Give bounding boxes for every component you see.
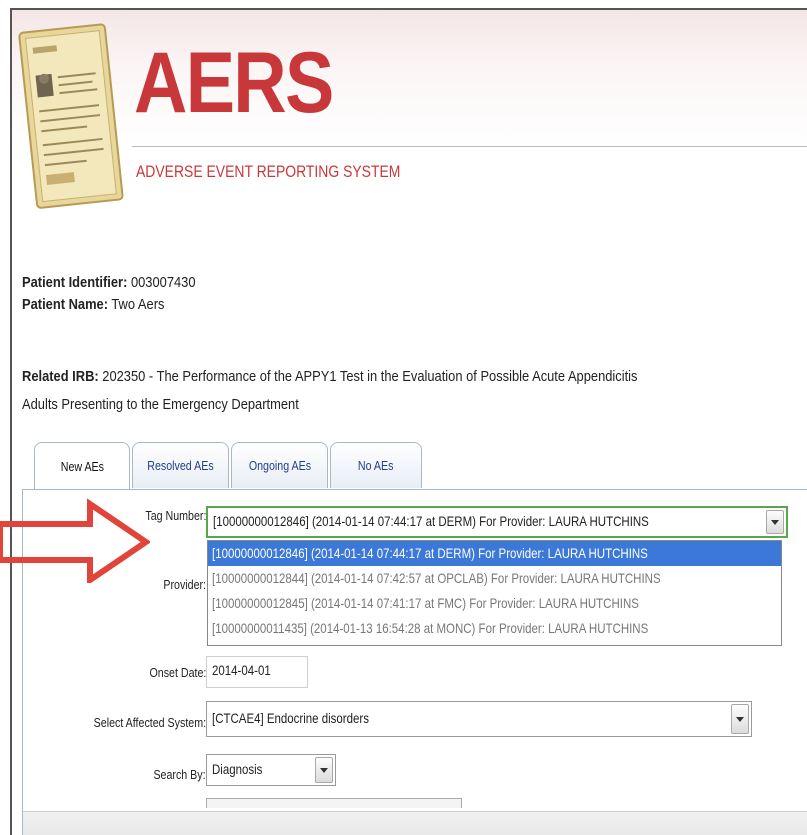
search-by-label: Search By:: [153, 767, 206, 782]
affected-system-label: Select Affected System:: [93, 715, 206, 730]
tag-option[interactable]: [10000000012846] (2014-01-14 07:44:17 at…: [208, 541, 781, 566]
folder-document-icon: [18, 23, 124, 209]
patient-name-value: Two Aers: [111, 296, 165, 313]
app-subtitle: ADVERSE EVENT REPORTING SYSTEM: [136, 162, 401, 181]
tab-resolved-aes[interactable]: Resolved AEs: [132, 442, 229, 488]
header-divider: [132, 146, 807, 147]
tag-option[interactable]: [10000000011435] (2014-01-13 16:54:28 at…: [208, 616, 781, 641]
tab-ongoing-aes[interactable]: Ongoing AEs: [231, 442, 328, 488]
irb-title-line1: 202350 - The Performance of the APPY1 Te…: [102, 368, 638, 385]
affected-system-select[interactable]: [CTCAE4] Endocrine disorders: [206, 701, 752, 737]
app-title: AERS: [134, 35, 334, 131]
tag-option[interactable]: [10000000012844] (2014-01-14 07:42:57 at…: [208, 566, 781, 591]
search-by-select[interactable]: Diagnosis: [206, 754, 336, 786]
panel-footer: [23, 811, 807, 835]
tag-option[interactable]: [10000000012845] (2014-01-14 07:41:17 at…: [208, 591, 781, 616]
patient-identifier-label: Patient Identifier:: [22, 274, 128, 291]
header-banner: [12, 10, 807, 148]
irb-label: Related IRB:: [22, 368, 99, 385]
onset-date-input[interactable]: 2014-04-01: [206, 656, 308, 688]
patient-name-label: Patient Name:: [22, 296, 109, 313]
tag-number-select[interactable]: [10000000012846] (2014-01-14 07:44:17 at…: [206, 506, 788, 538]
chevron-down-icon[interactable]: [766, 510, 784, 534]
next-field-partial[interactable]: [206, 798, 462, 808]
tab-new-aes[interactable]: New AEs: [34, 442, 130, 490]
irb-title-line2: Adults Presenting to the Emergency Depar…: [22, 396, 299, 413]
patient-identifier-value: 003007430: [130, 274, 196, 291]
chevron-down-icon[interactable]: [731, 704, 749, 734]
onset-date-label: Onset Date:: [149, 665, 206, 680]
red-arrow-icon: [0, 498, 150, 583]
chevron-down-icon[interactable]: [315, 757, 333, 783]
tab-no-aes[interactable]: No AEs: [330, 442, 422, 488]
tag-number-dropdown-list[interactable]: [10000000012846] (2014-01-14 07:44:17 at…: [207, 540, 782, 646]
related-irb: Related IRB: 202350 - The Performance of…: [22, 363, 638, 419]
app-window: AERS ADVERSE EVENT REPORTING SYSTEM Pati…: [10, 8, 807, 835]
patient-info: Patient Identifier: 003007430 Patient Na…: [22, 272, 196, 316]
